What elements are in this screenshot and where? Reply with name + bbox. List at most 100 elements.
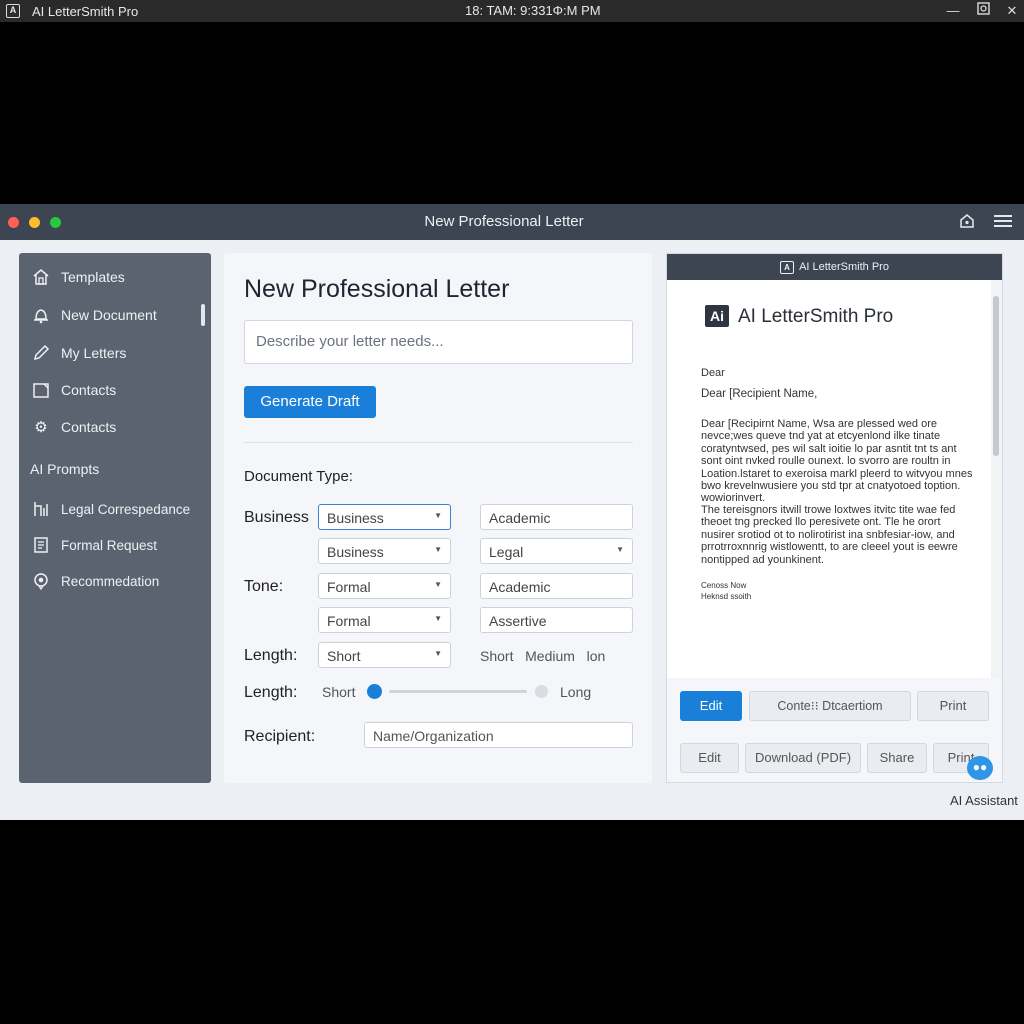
preview-scrollbar[interactable]	[991, 280, 1002, 678]
slider-max-label: Long	[560, 684, 592, 700]
app-logo-icon: A	[6, 4, 20, 18]
share-button[interactable]: Share	[867, 743, 927, 773]
letter-signature: Heknsd ssoith	[701, 592, 752, 601]
select-value: Formal	[327, 579, 371, 595]
document-icon	[31, 535, 51, 555]
recipient-label: Recipient:	[244, 728, 316, 745]
field-value: Academic	[489, 579, 551, 595]
window-title: New Professional Letter	[424, 213, 584, 230]
letter-preview-panel: A AI LetterSmith Pro Ai AI LetterSmith P…	[666, 253, 1003, 783]
slider-min-label: Short	[322, 684, 356, 700]
os-title-bar: A AI LetterSmith Pro 18: TAM: 9:331Φ:M P…	[0, 0, 1024, 22]
letter-needs-input[interactable]: Describe your letter needs...	[244, 320, 633, 364]
app-window: New Professional Letter Templates New Do…	[0, 204, 1024, 820]
length-slider-track[interactable]	[389, 690, 527, 693]
field-value: Assertive	[489, 613, 547, 629]
select-value: Short	[327, 648, 361, 664]
recipient-input[interactable]: Name/Organization	[364, 722, 633, 748]
close-icon[interactable]: ✕	[1003, 2, 1021, 20]
select-value: Legal	[489, 544, 524, 560]
main-panel: New Professional Letter Describe your le…	[224, 253, 652, 783]
chevron-down-icon: ▼	[616, 545, 624, 554]
category-field[interactable]: Academic	[480, 504, 633, 530]
sidebar-item-label: Contacts	[61, 419, 117, 435]
business-label: Business	[244, 509, 309, 526]
edit-button[interactable]: Edit	[680, 691, 742, 721]
length-select[interactable]: Short ▼	[318, 642, 451, 668]
prompt-formal-request[interactable]: Formal Request	[31, 532, 201, 558]
window-titlebar: New Professional Letter	[0, 204, 1024, 240]
chevron-down-icon: ▼	[434, 580, 442, 589]
sidebar-item-my-letters[interactable]: My Letters	[31, 340, 201, 366]
prompt-recommendation[interactable]: Recommedation	[31, 568, 201, 594]
minimize-icon[interactable]: —	[944, 2, 962, 20]
length-options[interactable]: Short Medium lon	[480, 648, 605, 664]
chevron-down-icon: ▼	[434, 511, 442, 520]
prompt-label: Formal Request	[61, 537, 158, 553]
sidebar-item-label: New Document	[61, 307, 157, 323]
slider-end-dot	[535, 685, 548, 698]
length-label-2: Length:	[244, 684, 298, 701]
gear-icon: ⚙	[34, 419, 48, 436]
select-value: Business	[327, 510, 384, 526]
os-clock: 18: TAM: 9:331Φ:M PM	[465, 3, 601, 18]
sidebar-item-new-document[interactable]: New Document	[31, 302, 201, 328]
pencil-icon	[31, 343, 51, 363]
tone-field-academic[interactable]: Academic	[480, 573, 633, 599]
chevron-down-icon: ▼	[434, 649, 442, 658]
tone-select-2[interactable]: Formal ▼	[318, 607, 451, 633]
field-value: Academic	[489, 510, 551, 526]
legal-select[interactable]: Legal ▼	[480, 538, 633, 564]
tone-select[interactable]: Formal ▼	[318, 573, 451, 599]
square-icon	[31, 380, 51, 400]
select-value: Formal	[327, 613, 371, 629]
tone-label: Tone:	[244, 578, 284, 595]
prompt-legal-correspondence[interactable]: Legal Correspedance	[31, 496, 201, 522]
download-pdf-button[interactable]: Download (PDF)	[745, 743, 861, 773]
ai-assistant-label[interactable]: AI Assistant	[950, 793, 1018, 808]
scrollbar-thumb[interactable]	[993, 296, 999, 456]
home-icon[interactable]	[959, 213, 975, 234]
length-slider-handle[interactable]	[367, 684, 382, 699]
page-title: New Professional Letter	[244, 275, 510, 303]
app-logo-icon: A	[780, 260, 795, 274]
chevron-down-icon: ▼	[434, 545, 442, 554]
badge-icon	[31, 571, 51, 591]
edit-button-2[interactable]: Edit	[680, 743, 739, 773]
brand-logo-icon: Ai	[705, 305, 729, 327]
prompt-label: Recommedation	[61, 573, 160, 589]
generate-draft-button[interactable]: Generate Draft	[244, 386, 376, 418]
sidebar-item-contacts[interactable]: Contacts	[31, 377, 201, 403]
print-button[interactable]: Print	[917, 691, 989, 721]
letter-salutation: Dear	[701, 367, 725, 379]
divider	[244, 442, 633, 443]
letter-signoff: Cenoss Now	[701, 581, 747, 590]
sidebar-item-contacts-2[interactable]: ⚙ Contacts	[31, 414, 201, 440]
letter-paragraph-2: The tereisgnors itwill trowe loxtwes itv…	[701, 504, 958, 566]
tone-field-assertive[interactable]: Assertive	[480, 607, 633, 633]
input-placeholder: Name/Organization	[373, 728, 494, 744]
restore-icon[interactable]	[974, 2, 992, 20]
preview-header-title: AI LetterSmith Pro	[799, 261, 889, 273]
content-documentation-button[interactable]: Conte⁝⁝ Dtcaertiom	[749, 691, 911, 721]
sidebar-item-label: My Letters	[61, 345, 127, 361]
sidebar-item-label: Contacts	[61, 382, 117, 398]
letter-recipient-line: Dear [Recipient Name,	[701, 388, 818, 400]
letter-page: Ai AI LetterSmith Pro Dear Dear [Recipie…	[667, 280, 991, 678]
letter-brand: AI LetterSmith Pro	[738, 306, 894, 327]
preview-header: A AI LetterSmith Pro	[667, 254, 1002, 280]
home-icon	[31, 267, 51, 287]
sidebar-item-templates[interactable]: Templates	[31, 264, 201, 290]
document-type-select[interactable]: Business ▼	[318, 504, 451, 530]
active-indicator	[201, 304, 205, 326]
legal-icon	[31, 499, 51, 519]
sidebar: Templates New Document My Letters Contac…	[19, 253, 211, 783]
document-type-label: Document Type:	[244, 468, 353, 485]
sidebar-item-label: Templates	[61, 269, 125, 285]
select-value: Business	[327, 544, 384, 560]
chat-bubble-icon[interactable]: ●●	[967, 756, 993, 780]
menu-icon[interactable]	[994, 213, 1012, 234]
ai-prompts-heading: AI Prompts	[30, 461, 100, 477]
business-subtype-select[interactable]: Business ▼	[318, 538, 451, 564]
prompt-label: Legal Correspedance	[61, 501, 191, 517]
